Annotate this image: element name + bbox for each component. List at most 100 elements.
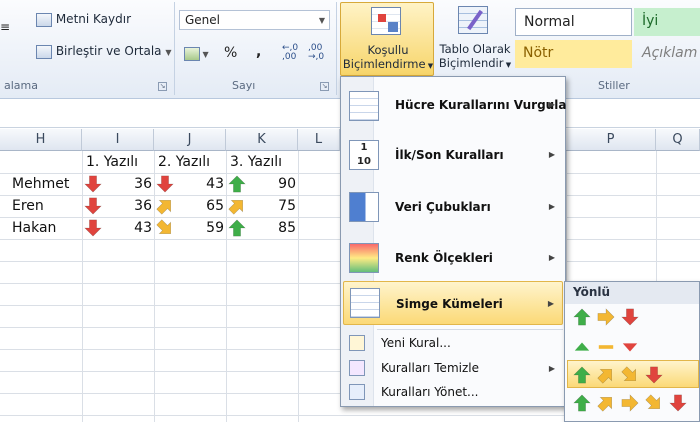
down-arrow-red-icon bbox=[621, 308, 639, 329]
group-divider bbox=[336, 2, 337, 95]
format-as-table-button[interactable]: Tablo Olarak Biçimlendir ▼ bbox=[436, 2, 514, 76]
menu-item-color-scales[interactable]: Renk Ölçekleri ▶ bbox=[343, 238, 563, 278]
conditional-formatting-menu: Hücre Kurallarını Vurgula ▶ 1 10 İlk/Son … bbox=[340, 76, 566, 407]
number-group-label: Sayı bbox=[232, 79, 256, 92]
up-right-arrow-orange-icon bbox=[597, 394, 615, 415]
dialog-launcher-icon[interactable]: ↘ bbox=[320, 82, 329, 91]
highlight-cells-icon bbox=[349, 91, 379, 121]
percent-button[interactable]: % bbox=[224, 45, 237, 61]
menu-item-label: Kuralları Yönet... bbox=[381, 385, 479, 399]
menu-item-label: Yeni Kural... bbox=[381, 336, 451, 350]
right-arrow-orange-icon bbox=[597, 308, 615, 329]
column-header-q[interactable]: Q bbox=[656, 129, 700, 151]
merge-center-label: Birleştir ve Ortala bbox=[55, 44, 162, 58]
increase-decimal-button[interactable]: ←,0,00 bbox=[282, 44, 298, 62]
clear-rules-icon bbox=[349, 360, 365, 376]
up-arrow-green-icon bbox=[573, 394, 591, 415]
style-neutral[interactable]: Nötr bbox=[515, 40, 632, 68]
down-arrow-red-icon bbox=[156, 175, 174, 193]
align-left-icon[interactable]: ≡ bbox=[0, 20, 10, 34]
manage-rules-icon bbox=[349, 384, 365, 400]
up-arrow-green-icon bbox=[228, 175, 246, 193]
column-gridline bbox=[154, 151, 155, 422]
merge-center-button[interactable]: Birleştir ve Ortala ▼ bbox=[36, 44, 172, 59]
triangle-up-green-icon bbox=[573, 338, 591, 359]
style-good[interactable]: İyi bbox=[634, 8, 700, 36]
style-explanatory[interactable]: Açıklam bbox=[634, 40, 700, 68]
submenu-arrow-icon: ▶ bbox=[548, 202, 555, 211]
down-arrow-red-icon bbox=[645, 366, 663, 387]
dialog-launcher-icon[interactable]: ↘ bbox=[158, 82, 167, 91]
submenu-arrow-icon: ▶ bbox=[547, 299, 554, 308]
group-divider bbox=[174, 2, 175, 95]
chevron-down-icon: ▼ bbox=[165, 48, 172, 57]
menu-item-label: İlk/Son Kuralları bbox=[395, 148, 504, 162]
name-cell[interactable]: Eren bbox=[12, 195, 44, 217]
down-arrow-red-icon bbox=[669, 394, 687, 415]
submenu-arrow-icon: ▶ bbox=[548, 100, 555, 109]
menu-item-top-bottom[interactable]: 1 10 İlk/Son Kuralları ▶ bbox=[343, 135, 563, 175]
down-arrow-red-icon bbox=[84, 219, 102, 237]
menu-item-new-rule[interactable]: Yeni Kural... bbox=[343, 333, 563, 355]
column-header-p[interactable]: P bbox=[566, 129, 656, 151]
conditional-formatting-icon bbox=[371, 7, 401, 35]
triangle-down-red-icon bbox=[621, 338, 639, 359]
dash-orange-icon bbox=[597, 338, 615, 359]
wrap-text-button[interactable]: Metni Kaydır bbox=[36, 12, 131, 27]
color-scales-icon bbox=[349, 243, 379, 273]
number-format-combo[interactable]: Genel ▼ bbox=[179, 10, 330, 30]
menu-item-label: Renk Ölçekleri bbox=[395, 251, 493, 265]
menu-item-label: Simge Kümeleri bbox=[396, 297, 503, 311]
decrease-decimal-button[interactable]: ,00 →,0 bbox=[308, 44, 324, 62]
menu-item-label: Hücre Kurallarını Vurgula bbox=[395, 98, 567, 112]
submenu-arrow-icon: ▶ bbox=[548, 253, 555, 262]
currency-button[interactable]: ▼ bbox=[184, 46, 209, 61]
column-header-j[interactable]: J bbox=[154, 129, 226, 151]
name-cell[interactable]: Hakan bbox=[12, 217, 56, 239]
column-header-k[interactable]: K bbox=[226, 129, 298, 151]
down-right-arrow-orange-icon bbox=[645, 394, 663, 415]
menu-separator bbox=[377, 329, 563, 330]
conditional-formatting-button[interactable]: Koşullu Biçimlendirme ▼ bbox=[340, 2, 434, 76]
column-header-l[interactable]: L bbox=[298, 129, 340, 151]
number-format-value: Genel bbox=[185, 13, 221, 27]
header-cell-1[interactable]: 1. Yazılı bbox=[86, 151, 138, 173]
directional-section-title: Yönlü bbox=[565, 282, 699, 304]
menu-item-data-bars[interactable]: Veri Çubukları ▶ bbox=[343, 187, 563, 227]
up-arrow-green-icon bbox=[573, 366, 591, 387]
styles-group-label: Stiller bbox=[598, 79, 630, 92]
icon-sets-icon bbox=[350, 288, 380, 318]
menu-item-manage-rules[interactable]: Kuralları Yönet... bbox=[343, 382, 563, 404]
comma-button[interactable]: , bbox=[256, 44, 261, 60]
column-header-h[interactable]: H bbox=[0, 129, 82, 151]
menu-item-label: Kuralları Temizle bbox=[381, 361, 479, 375]
down-right-arrow-orange-icon bbox=[156, 219, 174, 237]
style-normal[interactable]: Normal bbox=[515, 8, 632, 36]
up-arrow-green-icon bbox=[228, 219, 246, 237]
column-header-i[interactable]: I bbox=[82, 129, 154, 151]
down-arrow-red-icon bbox=[84, 197, 102, 215]
column-gridline bbox=[298, 151, 299, 422]
down-arrow-red-icon bbox=[84, 175, 102, 193]
red-swatch bbox=[378, 14, 386, 22]
up-right-arrow-orange-icon bbox=[228, 197, 246, 215]
wrap-text-label: Metni Kaydır bbox=[55, 12, 132, 26]
menu-item-icon-sets[interactable]: Simge Kümeleri ▶ bbox=[343, 281, 563, 325]
data-bars-icon bbox=[349, 192, 379, 222]
up-right-arrow-orange-icon bbox=[156, 197, 174, 215]
header-cell-3[interactable]: 3. Yazılı bbox=[230, 151, 282, 173]
column-gridline bbox=[82, 151, 83, 422]
icon-sets-submenu: Yönlü bbox=[564, 281, 700, 422]
new-rule-icon bbox=[349, 335, 365, 351]
name-cell[interactable]: Mehmet bbox=[12, 173, 69, 195]
brush-shape bbox=[467, 9, 483, 31]
menu-item-highlight-cells[interactable]: Hücre Kurallarını Vurgula ▶ bbox=[343, 86, 567, 126]
column-gridline bbox=[226, 151, 227, 422]
right-arrow-orange-icon bbox=[621, 394, 639, 415]
submenu-arrow-icon: ▶ bbox=[548, 150, 555, 159]
up-right-arrow-orange-icon bbox=[597, 366, 615, 387]
header-cell-2[interactable]: 2. Yazılı bbox=[158, 151, 210, 173]
down-right-arrow-orange-icon bbox=[621, 366, 639, 387]
menu-item-clear-rules[interactable]: Kuralları Temizle ▶ bbox=[343, 358, 563, 380]
chevron-down-icon: ▼ bbox=[318, 16, 325, 25]
